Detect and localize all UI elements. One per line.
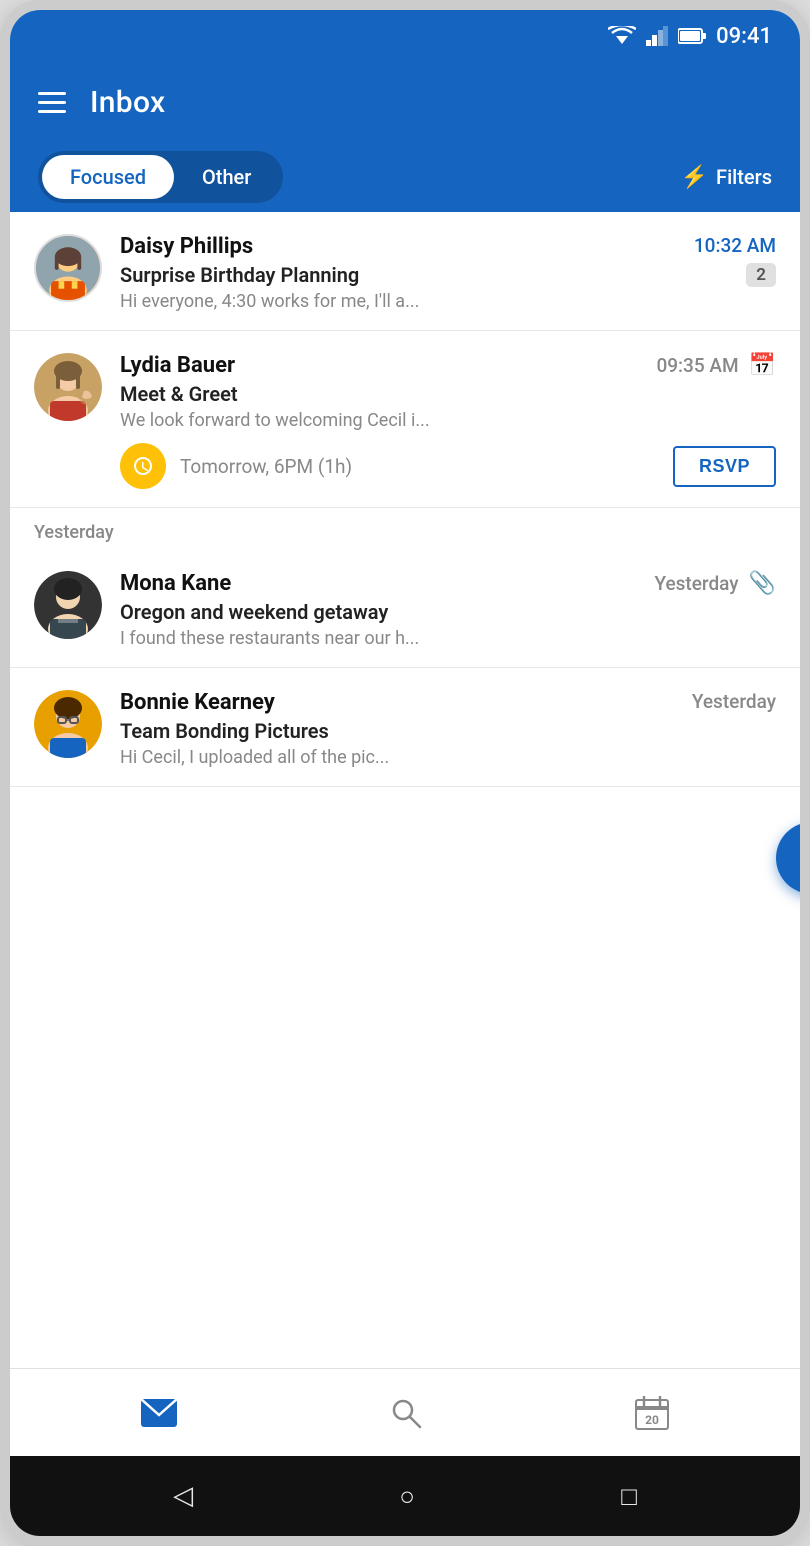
bottom-nav: 20 (10, 1368, 800, 1456)
preview-lydia: We look forward to welcoming Cecil i... (120, 410, 776, 431)
email-list: Daisy Phillips 10:32 AM Surprise Birthda… (10, 212, 800, 1368)
wifi-icon (608, 26, 636, 46)
svg-text:20: 20 (645, 1413, 659, 1427)
phone-frame: 09:41 Inbox Focused Other ⚡ Filters (0, 0, 810, 1546)
filters-button[interactable]: ⚡ Filters (681, 165, 772, 190)
recents-button[interactable]: □ (621, 1481, 637, 1512)
preview-mona: I found these restaurants near our h... (120, 628, 776, 649)
menu-button[interactable] (38, 92, 66, 113)
time-lydia: 09:35 AM (656, 354, 738, 377)
event-time-lydia: Tomorrow, 6PM (1h) (180, 455, 659, 478)
nav-calendar[interactable]: 20 (611, 1388, 693, 1438)
sender-lydia: Lydia Bauer (120, 353, 235, 378)
email-header-bonnie: Bonnie Kearney Yesterday (120, 690, 776, 715)
email-item-daisy[interactable]: Daisy Phillips 10:32 AM Surprise Birthda… (10, 212, 800, 331)
status-icons: 09:41 (608, 24, 772, 49)
sender-daisy: Daisy Phillips (120, 234, 253, 259)
status-bar: 09:41 (10, 10, 800, 62)
rsvp-button[interactable]: RSVP (673, 446, 776, 487)
email-content-bonnie: Bonnie Kearney Yesterday Team Bonding Pi… (120, 690, 776, 768)
email-item-bonnie[interactable]: Bonnie Kearney Yesterday Team Bonding Pi… (10, 668, 800, 787)
time-mona: Yesterday (654, 572, 738, 595)
email-item-mona[interactable]: Mona Kane Yesterday 📎 Oregon and weekend… (10, 549, 800, 668)
nav-search[interactable] (366, 1389, 446, 1437)
email-content-daisy: Daisy Phillips 10:32 AM Surprise Birthda… (120, 234, 776, 312)
filters-label: Filters (716, 165, 772, 189)
event-row-lydia: Tomorrow, 6PM (1h) RSVP (120, 443, 776, 489)
tabs-container: Focused Other (38, 151, 283, 203)
email-content-mona: Mona Kane Yesterday 📎 Oregon and weekend… (120, 571, 776, 649)
app-bar: Inbox (10, 62, 800, 142)
subject-daisy: Surprise Birthday Planning 2 (120, 263, 776, 287)
event-icon (120, 443, 166, 489)
nav-mail[interactable] (117, 1391, 201, 1435)
subject-bonnie: Team Bonding Pictures (120, 719, 776, 743)
avatar-daisy (34, 234, 102, 302)
android-nav: ◁ ○ □ (10, 1456, 800, 1536)
tab-other[interactable]: Other (174, 155, 279, 199)
app-title: Inbox (90, 85, 165, 120)
sender-bonnie: Bonnie Kearney (120, 690, 275, 715)
battery-icon (678, 27, 706, 45)
status-time: 09:41 (716, 24, 772, 49)
attachment-icon-mona: 📎 (749, 571, 776, 596)
subject-lydia: Meet & Greet (120, 382, 776, 406)
avatar-lydia (34, 353, 102, 421)
email-header-mona: Mona Kane Yesterday 📎 (120, 571, 776, 596)
section-label-yesterday: Yesterday (10, 508, 800, 549)
tab-focused[interactable]: Focused (42, 155, 174, 199)
preview-bonnie: Hi Cecil, I uploaded all of the pic... (120, 747, 776, 768)
avatar-mona (34, 571, 102, 639)
signal-icon (646, 26, 668, 46)
bolt-icon: ⚡ (681, 165, 708, 190)
time-bonnie: Yesterday (692, 690, 776, 713)
time-daisy: 10:32 AM (694, 234, 776, 257)
calendar-icon-lydia: 📅 (749, 353, 776, 378)
home-button[interactable]: ○ (399, 1481, 415, 1512)
search-icon (390, 1397, 422, 1429)
tab-bar: Focused Other ⚡ Filters (10, 142, 800, 212)
preview-daisy: Hi everyone, 4:30 works for me, I'll a..… (120, 291, 776, 312)
email-content-lydia: Lydia Bauer 09:35 AM 📅 Meet & Greet We l… (120, 353, 776, 489)
back-button[interactable]: ◁ (173, 1481, 193, 1511)
avatar-bonnie (34, 690, 102, 758)
mona-time-area: Yesterday 📎 (654, 571, 776, 596)
calendar-nav-icon: 20 (635, 1396, 669, 1430)
mail-icon (141, 1399, 177, 1427)
sender-mona: Mona Kane (120, 571, 231, 596)
lydia-time-area: 09:35 AM 📅 (656, 353, 776, 378)
spacer (10, 787, 800, 867)
badge-daisy: 2 (746, 263, 776, 287)
email-header-lydia: Lydia Bauer 09:35 AM 📅 (120, 353, 776, 378)
email-item-lydia[interactable]: Lydia Bauer 09:35 AM 📅 Meet & Greet We l… (10, 331, 800, 508)
subject-mona: Oregon and weekend getaway (120, 600, 776, 624)
email-header-daisy: Daisy Phillips 10:32 AM (120, 234, 776, 259)
